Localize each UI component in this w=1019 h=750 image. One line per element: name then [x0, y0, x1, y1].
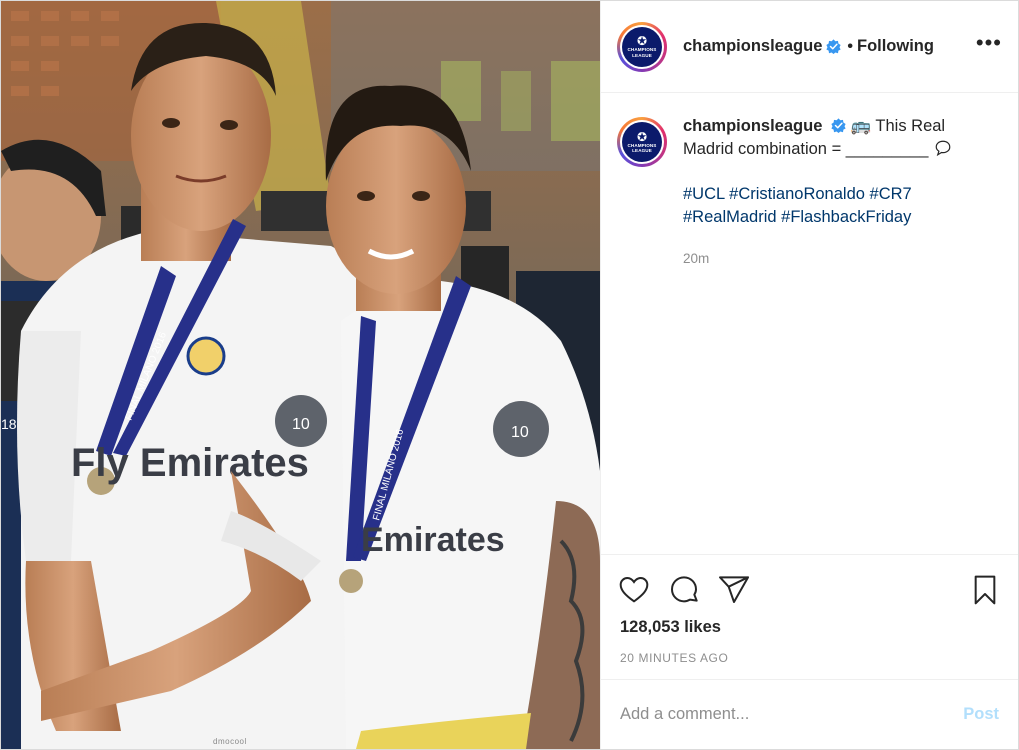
comment-bar: Post: [601, 679, 1018, 749]
action-bar: [601, 554, 1018, 624]
badge-number-right: 10: [511, 424, 529, 441]
instagram-post: 18 FINAL MILANO 2016 10 Fly Emirates FIN…: [0, 0, 1019, 750]
header-username[interactable]: championsleague: [683, 37, 822, 56]
starball-icon: ✪: [636, 34, 648, 49]
profile-avatar-story-ring[interactable]: ✪ CHAMPIONS LEAGUE: [617, 21, 667, 72]
player-number-text: 18: [1, 416, 17, 432]
following-button[interactable]: Following: [857, 37, 934, 56]
caption: championsleague 🚌 This Real Madrid combi…: [683, 115, 983, 270]
post-timestamp[interactable]: 20 MINUTES AGO: [601, 651, 1018, 665]
caption-avatar: ✪ CHAMPIONS LEAGUE: [622, 122, 662, 162]
avatar: ✪ CHAMPIONS LEAGUE: [622, 26, 662, 67]
hashtag-link[interactable]: #RealMadrid: [683, 208, 777, 226]
hashtag-link[interactable]: #CR7: [870, 185, 912, 203]
verified-badge-icon: [826, 39, 841, 54]
share-icon: [719, 575, 749, 603]
comment-button[interactable]: [667, 573, 701, 607]
shirt-sponsor-right: Emirates: [361, 521, 505, 559]
hashtag-link[interactable]: #FlashbackFriday: [781, 208, 911, 226]
hashtag-link[interactable]: #CristianoRonaldo: [729, 185, 865, 203]
caption-avatar-text: CHAMPIONS LEAGUE: [627, 142, 657, 153]
caption-row: ✪ CHAMPIONS LEAGUE championsleague 🚌 Thi: [617, 115, 1002, 270]
likes-count[interactable]: 128,053 likes: [601, 618, 1018, 637]
avatar-text: CHAMPIONS LEAGUE: [627, 47, 657, 58]
verified-badge-icon: [831, 118, 846, 133]
photo-watermark: dmocool: [213, 737, 247, 746]
starball-icon: ✪: [636, 129, 648, 144]
shirt-sponsor-left: Fly Emirates: [71, 441, 309, 485]
header-separator: •: [847, 37, 853, 55]
badge-number-left: 10: [292, 416, 310, 433]
bookmark-icon: [974, 575, 996, 604]
caption-username[interactable]: championsleague: [683, 117, 822, 135]
hashtag-link[interactable]: #UCL: [683, 185, 725, 203]
share-button[interactable]: [717, 573, 751, 607]
comment-input[interactable]: [620, 705, 964, 724]
post-photo[interactable]: 18 FINAL MILANO 2016 10 Fly Emirates FIN…: [1, 1, 600, 749]
hashtags: #UCL #CristianoRonaldo #CR7 #RealMadrid …: [683, 183, 983, 229]
post-side-panel: ✪ CHAMPIONS LEAGUE championsleague • Fol…: [600, 1, 1018, 749]
post-comment-button[interactable]: Post: [963, 705, 999, 724]
comments-section: ✪ CHAMPIONS LEAGUE championsleague 🚌 Thi: [601, 93, 1018, 554]
caption-time[interactable]: 20m: [683, 247, 983, 270]
speech-bubble-icon: [935, 140, 951, 157]
comment-icon: [671, 575, 698, 602]
photo-illustration: 18 FINAL MILANO 2016 10 Fly Emirates FIN…: [1, 1, 600, 749]
heart-icon: [619, 576, 649, 603]
post-header: ✪ CHAMPIONS LEAGUE championsleague • Fol…: [601, 1, 1018, 93]
save-button[interactable]: [968, 573, 1002, 607]
caption-avatar-ring[interactable]: ✪ CHAMPIONS LEAGUE: [617, 117, 667, 167]
more-options-button[interactable]: •••: [976, 31, 1002, 56]
like-button[interactable]: [617, 573, 651, 607]
bus-emoji: 🚌: [850, 117, 872, 135]
